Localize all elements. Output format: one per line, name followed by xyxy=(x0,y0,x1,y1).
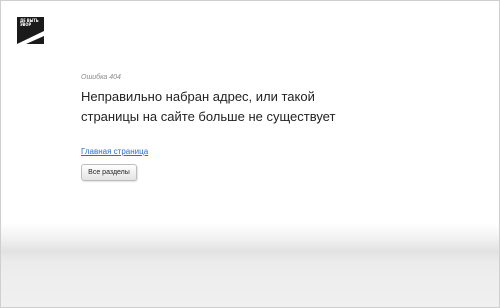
home-page-link[interactable]: Главная страница xyxy=(81,147,148,157)
logo-text-line-2: ЭВОР xyxy=(20,22,32,28)
error-headline-line-1: Неправильно набран адрес, или такой xyxy=(81,89,315,104)
all-sections-button[interactable]: Все разделы xyxy=(81,164,137,181)
site-logo[interactable]: ДЕ ВЫТЬ ЭВОР xyxy=(17,17,44,44)
error-content: Ошибка 404 Неправильно набран адрес, или… xyxy=(81,73,481,181)
logo-text: ДЕ ВЫТЬ ЭВОР xyxy=(20,18,44,28)
error-code: Ошибка 404 xyxy=(81,74,121,81)
error-headline-line-2: страницы на сайте больше не существует xyxy=(81,109,336,124)
page-frame: ДЕ ВЫТЬ ЭВОР Ошибка 404 Неправильно набр… xyxy=(0,0,500,308)
error-headline: Неправильно набран адрес, или такой стра… xyxy=(81,87,481,127)
